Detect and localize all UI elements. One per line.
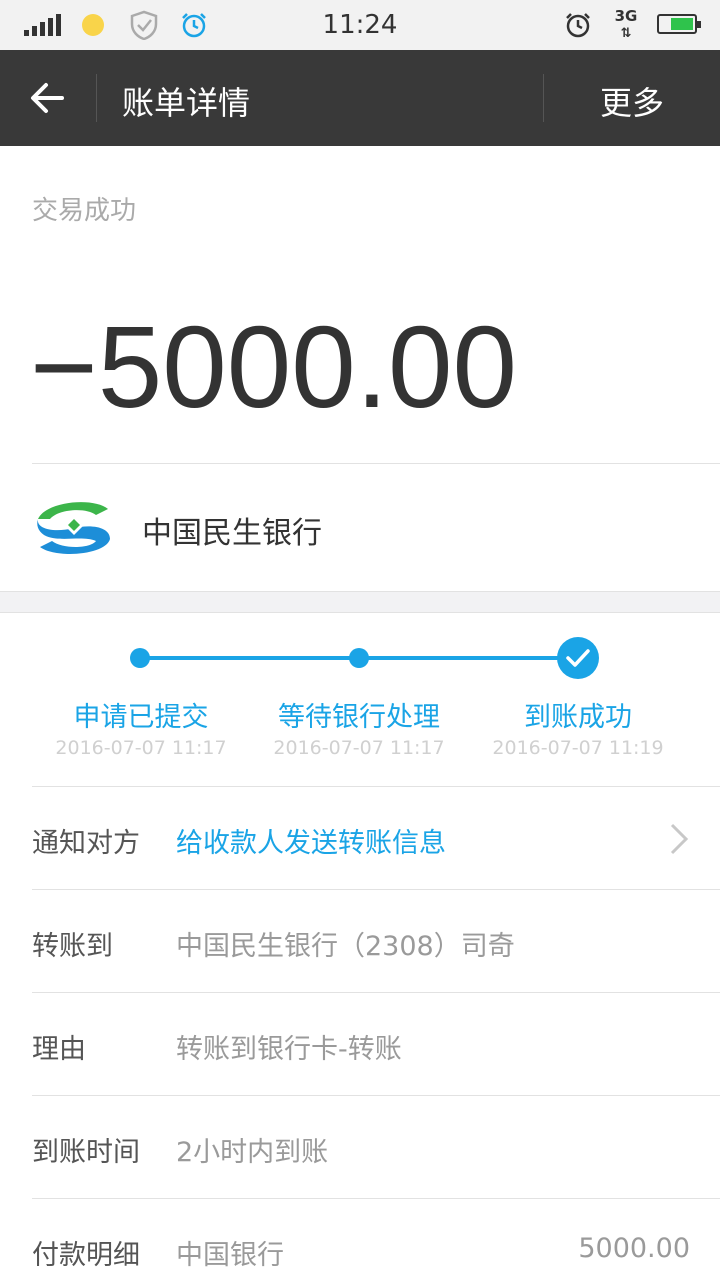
alarm-clock-icon [566, 13, 590, 38]
transaction-amount: −5000.00 [30, 302, 518, 432]
back-arrow-icon[interactable] [28, 78, 68, 118]
more-button[interactable]: 更多 [600, 78, 664, 124]
step-time: 2016-07-07 11:17 [273, 737, 445, 759]
step-time: 2016-07-07 11:19 [492, 737, 664, 759]
cmbc-bank-logo-icon [37, 502, 110, 554]
nav-divider [543, 74, 544, 122]
step-label: 等待银行处理 [278, 702, 440, 733]
check-circle-icon [557, 637, 599, 679]
row-value: 中国银行 [176, 1240, 284, 1271]
row-label: 通知对方 [32, 828, 140, 859]
transfer-to-row: 转账到 中国民生银行（2308）司奇 [0, 890, 720, 993]
progress-node [130, 648, 150, 668]
nav-divider [96, 74, 97, 122]
row-label: 理由 [32, 1034, 86, 1065]
row-label: 到账时间 [32, 1137, 140, 1168]
notify-recipient-row[interactable]: 通知对方 给收款人发送转账信息 [0, 787, 720, 890]
battery-icon [657, 14, 701, 34]
step-label: 申请已提交 [73, 702, 209, 733]
step-label: 到账成功 [524, 702, 632, 733]
row-value: 转账到银行卡-转账 [176, 1034, 402, 1065]
transaction-status: 交易成功 [32, 196, 137, 226]
row-value: 2小时内到账 [176, 1137, 329, 1168]
notify-recipient-link[interactable]: 给收款人发送转账信息 [176, 821, 446, 860]
nav-bar: 账单详情 更多 [0, 50, 720, 146]
row-label: 转账到 [32, 931, 113, 962]
payment-amount: 5000.00 [578, 1233, 690, 1264]
status-bar: 11:24 3G ⇅ [0, 0, 720, 50]
row-value: 中国民生银行（2308）司奇 [176, 931, 515, 962]
page-title: 账单详情 [122, 84, 251, 122]
step-time: 2016-07-07 11:17 [55, 737, 227, 759]
chevron-right-icon [670, 823, 689, 855]
payment-detail-row: 付款明细 中国银行 5000.00 [0, 1199, 720, 1280]
progress-line [360, 656, 578, 660]
row-label: 付款明细 [32, 1240, 140, 1271]
reason-row: 理由 转账到银行卡-转账 [0, 993, 720, 1096]
progress-line [140, 656, 360, 660]
progress-node [349, 648, 369, 668]
network-type: 3G ⇅ [614, 7, 638, 41]
bank-name: 中国民生银行 [142, 516, 322, 551]
transfer-progress: 申请已提交 等待银行处理 到账成功 2016-07-07 11:17 2016-… [0, 613, 720, 786]
arrival-time-row: 到账时间 2小时内到账 [0, 1096, 720, 1199]
status-time: 11:24 [322, 10, 398, 40]
section-gap [0, 591, 720, 613]
divider [32, 463, 720, 464]
